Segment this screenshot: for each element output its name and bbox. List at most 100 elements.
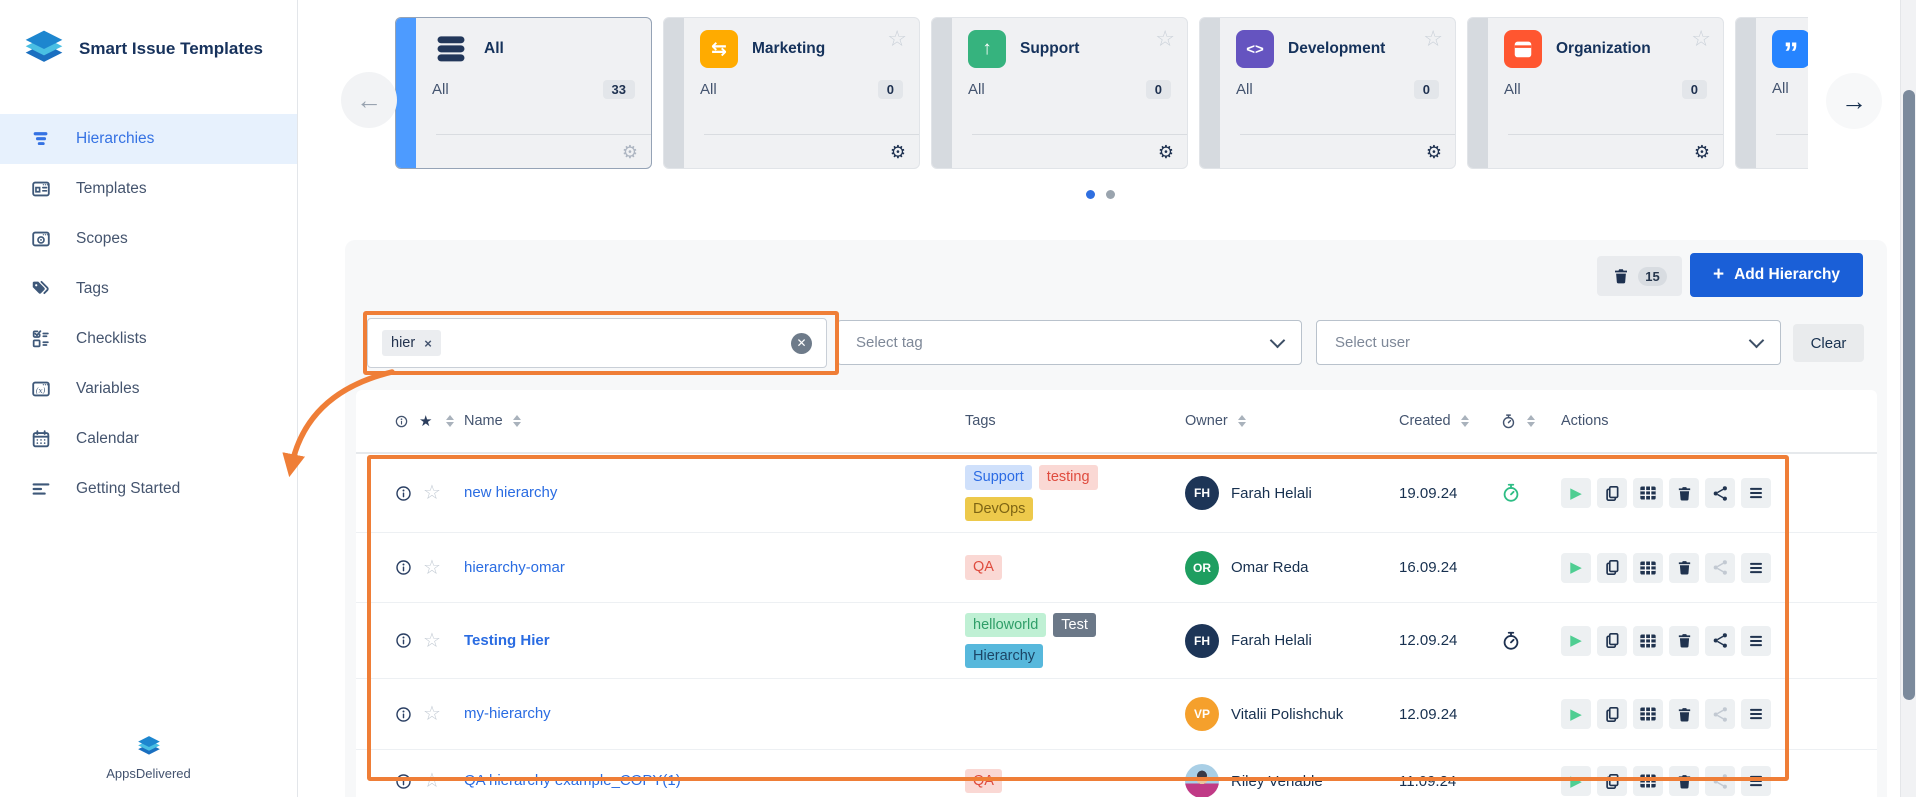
select-tag-dropdown[interactable]: Select tag bbox=[837, 320, 1302, 365]
bulk-delete-button[interactable]: 15 bbox=[1597, 256, 1682, 296]
tag-badge[interactable]: Test bbox=[1053, 613, 1096, 637]
star-icon[interactable]: ☆ bbox=[1691, 26, 1711, 52]
hierarchy-name-link[interactable]: QA hierarchy example_COPY(1) bbox=[464, 772, 681, 789]
run-button[interactable]: ▶ bbox=[1561, 699, 1591, 729]
copy-button[interactable] bbox=[1597, 553, 1627, 583]
column-header-timer[interactable] bbox=[1500, 413, 1561, 430]
grid-view-button[interactable] bbox=[1633, 626, 1663, 656]
grid-view-button[interactable] bbox=[1633, 553, 1663, 583]
share-button[interactable] bbox=[1705, 478, 1735, 508]
sidebar-item-getting-started[interactable]: Getting Started bbox=[0, 464, 297, 514]
info-icon[interactable] bbox=[394, 558, 413, 577]
sidebar-item-hierarchies[interactable]: Hierarchies bbox=[0, 114, 297, 164]
category-card-all[interactable]: All All 33 ⚙ bbox=[395, 17, 652, 169]
search-input[interactable]: hier × ✕ bbox=[367, 318, 827, 368]
vertical-scrollbar[interactable] bbox=[1900, 0, 1916, 797]
column-header-owner[interactable]: Owner bbox=[1185, 413, 1399, 429]
grid-view-button[interactable] bbox=[1633, 699, 1663, 729]
tag-badge[interactable]: Support bbox=[965, 465, 1032, 489]
gear-icon[interactable]: ⚙ bbox=[1694, 143, 1710, 161]
copy-button[interactable] bbox=[1597, 766, 1627, 796]
info-icon[interactable] bbox=[394, 631, 413, 650]
star-icon[interactable]: ☆ bbox=[423, 483, 441, 503]
copy-button[interactable] bbox=[1597, 699, 1627, 729]
pagination-dot-1[interactable] bbox=[1086, 190, 1095, 199]
menu-button[interactable] bbox=[1741, 478, 1771, 508]
tags-icon bbox=[30, 278, 52, 300]
tag-badge[interactable]: QA bbox=[965, 769, 1002, 793]
hierarchy-name-link[interactable]: my-hierarchy bbox=[464, 705, 551, 722]
run-button[interactable]: ▶ bbox=[1561, 626, 1591, 656]
hierarchy-name-link[interactable]: hierarchy-omar bbox=[464, 559, 565, 576]
search-term-chip[interactable]: hier × bbox=[382, 330, 441, 356]
tag-badge[interactable]: QA bbox=[965, 555, 1002, 579]
star-icon[interactable]: ★ bbox=[419, 414, 432, 429]
star-icon[interactable]: ☆ bbox=[423, 771, 441, 791]
info-icon[interactable] bbox=[394, 772, 413, 791]
menu-button[interactable] bbox=[1741, 699, 1771, 729]
delete-button[interactable] bbox=[1669, 699, 1699, 729]
delete-button[interactable] bbox=[1669, 478, 1699, 508]
hierarchy-name-link[interactable]: Testing Hier bbox=[464, 632, 550, 649]
star-icon[interactable]: ☆ bbox=[1423, 26, 1443, 52]
category-card-support[interactable]: ↑ Support ☆ All 0 ⚙ bbox=[931, 17, 1188, 169]
clear-search-icon[interactable]: ✕ bbox=[791, 333, 812, 354]
info-icon[interactable] bbox=[394, 484, 413, 503]
category-card-marketing[interactable]: ⇆ Marketing ☆ All 0 ⚙ bbox=[663, 17, 920, 169]
tag-badge[interactable]: testing bbox=[1039, 465, 1098, 489]
run-button[interactable]: ▶ bbox=[1561, 766, 1591, 796]
share-button[interactable] bbox=[1705, 626, 1735, 656]
copy-button[interactable] bbox=[1597, 626, 1627, 656]
hierarchy-name-link[interactable]: new hierarchy bbox=[464, 484, 557, 501]
carousel-prev-button[interactable]: ← bbox=[341, 72, 397, 128]
sidebar-item-calendar[interactable]: Calendar bbox=[0, 414, 297, 464]
sort-favorites-control[interactable] bbox=[446, 415, 454, 427]
star-icon[interactable]: ☆ bbox=[423, 631, 441, 651]
column-header-created[interactable]: Created bbox=[1399, 413, 1500, 429]
grid-view-button[interactable] bbox=[1633, 766, 1663, 796]
pagination-dot-2[interactable] bbox=[1106, 190, 1115, 199]
remove-chip-icon[interactable]: × bbox=[424, 336, 432, 351]
info-icon[interactable] bbox=[394, 705, 413, 724]
star-icon[interactable]: ☆ bbox=[1155, 26, 1175, 52]
copy-button[interactable] bbox=[1597, 478, 1627, 508]
star-icon[interactable]: ☆ bbox=[423, 558, 441, 578]
share-button bbox=[1705, 553, 1735, 583]
tag-badge[interactable]: DevOps bbox=[965, 497, 1033, 521]
grid-view-button[interactable] bbox=[1633, 478, 1663, 508]
sidebar-item-checklists[interactable]: Checklists bbox=[0, 314, 297, 364]
clear-filters-button[interactable]: Clear bbox=[1793, 324, 1864, 362]
delete-button[interactable] bbox=[1669, 626, 1699, 656]
sidebar-item-templates[interactable]: Templates bbox=[0, 164, 297, 214]
tag-badge[interactable]: Hierarchy bbox=[965, 644, 1043, 668]
tag-badge[interactable]: helloworld bbox=[965, 613, 1046, 637]
gear-icon[interactable]: ⚙ bbox=[622, 143, 638, 161]
scrollbar-thumb[interactable] bbox=[1903, 90, 1915, 700]
star-icon[interactable]: ☆ bbox=[423, 704, 441, 724]
sidebar-item-scopes[interactable]: Scopes bbox=[0, 214, 297, 264]
gear-icon[interactable]: ⚙ bbox=[890, 143, 906, 161]
column-header-name[interactable]: Name bbox=[464, 413, 965, 429]
menu-button[interactable] bbox=[1741, 766, 1771, 796]
sidebar-item-tags[interactable]: Tags bbox=[0, 264, 297, 314]
category-card-development[interactable]: <> Development ☆ All 0 ⚙ bbox=[1199, 17, 1456, 169]
menu-button[interactable] bbox=[1741, 626, 1771, 656]
gear-icon[interactable]: ⚙ bbox=[1426, 143, 1442, 161]
delete-button[interactable] bbox=[1669, 553, 1699, 583]
select-user-dropdown[interactable]: Select user bbox=[1316, 320, 1781, 365]
menu-button[interactable] bbox=[1741, 553, 1771, 583]
delete-button[interactable] bbox=[1669, 766, 1699, 796]
run-button[interactable]: ▶ bbox=[1561, 478, 1591, 508]
add-hierarchy-button[interactable]: + Add Hierarchy bbox=[1690, 253, 1863, 297]
category-card-organization[interactable]: Organization ☆ All 0 ⚙ bbox=[1467, 17, 1724, 169]
gear-icon[interactable]: ⚙ bbox=[1158, 143, 1174, 161]
avatar: FH bbox=[1185, 624, 1219, 658]
category-card-partial[interactable]: ” All ⚙ bbox=[1735, 17, 1808, 169]
carousel-next-button[interactable]: → bbox=[1826, 73, 1882, 129]
sidebar-item-variables[interactable]: (x) Variables bbox=[0, 364, 297, 414]
run-button[interactable]: ▶ bbox=[1561, 553, 1591, 583]
info-icon[interactable] bbox=[394, 414, 409, 429]
star-icon[interactable]: ☆ bbox=[887, 26, 907, 52]
card-title: Organization bbox=[1556, 40, 1651, 58]
card-title: Marketing bbox=[752, 40, 825, 58]
